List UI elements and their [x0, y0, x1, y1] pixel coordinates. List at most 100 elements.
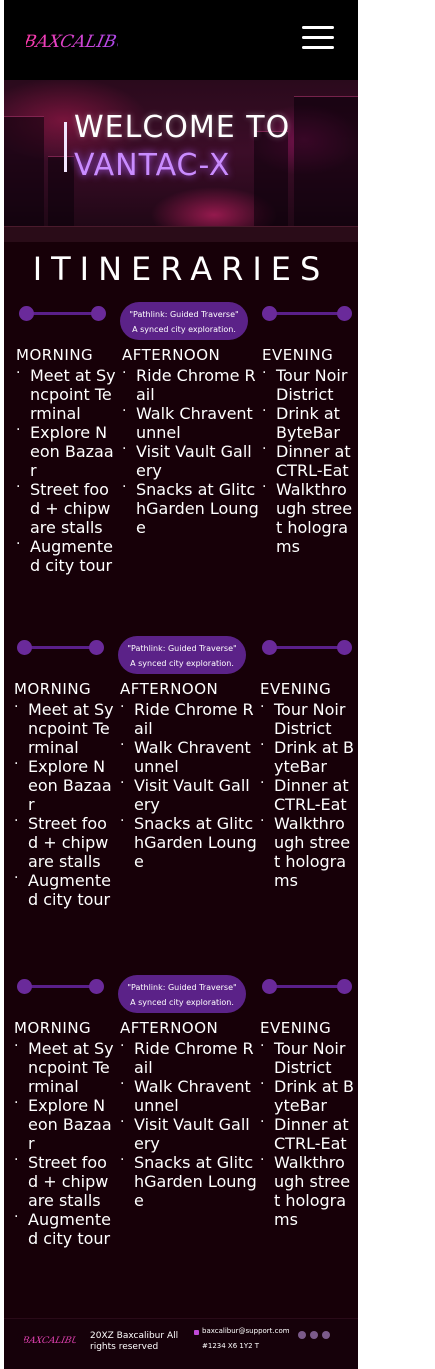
- itinerary-badge[interactable]: "Pathlink: Guided Traverse" A synced cit…: [118, 636, 246, 674]
- evening-heading: EVENING: [260, 680, 332, 698]
- timeline-dot: [89, 979, 104, 994]
- list-item: Meet at Syncpoint Terminal: [14, 1037, 114, 1096]
- timeline-dot: [337, 640, 352, 655]
- afternoon-heading: AFTERNOON: [122, 346, 221, 364]
- morning-heading: MORNING: [16, 346, 94, 364]
- timeline-dot: [89, 640, 104, 655]
- list-item: Walkthrough street holograms: [260, 812, 354, 890]
- hero-accent-bar: [64, 122, 67, 172]
- list-item: Tour Noir District: [262, 364, 354, 404]
- itinerary-badge[interactable]: "Pathlink: Guided Traverse" A synced cit…: [120, 302, 248, 340]
- badge-subtitle: A synced city exploration.: [132, 325, 236, 334]
- hero-title-line2: VANTAC-X: [74, 148, 231, 183]
- afternoon-column: AFTERNOON Ride Chrome Rail Walk Chravent…: [120, 1019, 258, 1210]
- afternoon-column: AFTERNOON Ride Chrome Rail Walk Chravent…: [120, 680, 258, 871]
- hero-banner: WELCOME TO VANTAC-X: [4, 80, 358, 242]
- list-item: Drink at ByteBar: [260, 736, 354, 776]
- itinerary-row: "Pathlink: Guided Traverse" A synced cit…: [4, 302, 358, 632]
- list-item: Visit Vault Gallery: [122, 440, 260, 480]
- afternoon-heading: AFTERNOON: [120, 1019, 219, 1037]
- evening-heading: EVENING: [262, 346, 334, 364]
- instagram-icon[interactable]: [322, 1331, 330, 1339]
- itinerary-row: "Pathlink: Guided Traverse" A synced cit…: [4, 636, 358, 966]
- list-item: Ride Chrome Rail: [120, 1037, 258, 1077]
- x-icon[interactable]: [310, 1331, 318, 1339]
- page: BAXCALIBUR WELCOME TO VANTAC-X ITINERARI…: [4, 0, 358, 1369]
- list-item: Tour Noir District: [260, 1037, 354, 1077]
- list-item: Dinner at CTRL-Eat: [260, 1113, 354, 1153]
- afternoon-column: AFTERNOON Ride Chrome Rail Walk Chravent…: [122, 346, 260, 537]
- brand-logo-art: BAXCALIBUR: [21, 32, 146, 52]
- footer-logo[interactable]: BAXCALIBUR: [20, 1329, 86, 1349]
- list-item: Meet at Syncpoint Terminal: [16, 364, 116, 423]
- list-item: Walkthrough street holograms: [260, 1151, 354, 1229]
- timeline-dot: [17, 640, 32, 655]
- itinerary-row: "Pathlink: Guided Traverse" A synced cit…: [4, 975, 358, 1305]
- badge-title: "Pathlink: Guided Traverse": [127, 983, 237, 992]
- timeline-dot: [19, 306, 34, 321]
- site-footer: BAXCALIBUR 20XZ Baxcalibur All rights re…: [4, 1318, 358, 1369]
- list-item: Snacks at GlitchGarden Lounge: [120, 812, 258, 871]
- footer-logo-text: BAXCALIBUR: [24, 1336, 76, 1346]
- timeline-dot: [262, 979, 277, 994]
- list-item: Walk Chraventunnel: [120, 1075, 258, 1115]
- list-item: Augmented city tour: [16, 535, 116, 575]
- list-item: Walk Chraventunnel: [122, 402, 260, 442]
- phone-text: #1234 X6 1Y2 T: [202, 1342, 260, 1350]
- list-item: Drink at ByteBar: [260, 1075, 354, 1115]
- morning-column: MORNING Meet at Syncpoint Terminal Explo…: [14, 680, 114, 909]
- copyright-text: 20XZ Baxcalibur All rights reserved: [90, 1331, 179, 1352]
- timeline-dot: [337, 979, 352, 994]
- itinerary-badge[interactable]: "Pathlink: Guided Traverse" A synced cit…: [118, 975, 246, 1013]
- hamburger-menu-icon[interactable]: [302, 26, 334, 50]
- list-item: Visit Vault Gallery: [120, 774, 258, 814]
- timeline-dot: [262, 306, 277, 321]
- list-item: Augmented city tour: [14, 869, 114, 909]
- list-item: Walk Chraventunnel: [120, 736, 258, 776]
- list-item: Explore Neon Bazaar: [16, 421, 116, 480]
- badge-title: "Pathlink: Guided Traverse": [127, 644, 237, 653]
- list-item: Drink at ByteBar: [262, 402, 354, 442]
- hero-divider: [4, 226, 358, 242]
- list-item: Street food + chipware stalls: [16, 478, 116, 537]
- afternoon-heading: AFTERNOON: [120, 680, 219, 698]
- list-item: Snacks at GlitchGarden Lounge: [120, 1151, 258, 1210]
- social-links: [298, 1331, 330, 1339]
- morning-heading: MORNING: [14, 680, 92, 698]
- hero-title-line1: WELCOME TO: [74, 110, 291, 145]
- brand-logo-text: BAXCALIBUR: [26, 32, 118, 52]
- list-item: Meet at Syncpoint Terminal: [14, 698, 114, 757]
- list-item: Visit Vault Gallery: [120, 1113, 258, 1153]
- list-item: Dinner at CTRL-Eat: [262, 440, 354, 480]
- evening-column: EVENING Tour Noir District Drink at Byte…: [262, 346, 354, 556]
- list-item: Explore Neon Bazaar: [14, 755, 114, 814]
- contact-block: baxcalibur@support.com #1234 X6 1Y2 T: [194, 1327, 290, 1351]
- facebook-icon[interactable]: [298, 1331, 306, 1339]
- badge-title: "Pathlink: Guided Traverse": [129, 310, 239, 319]
- list-item: Snacks at GlitchGarden Lounge: [122, 478, 260, 537]
- badge-subtitle: A synced city exploration.: [130, 659, 234, 668]
- timeline-dot: [91, 306, 106, 321]
- timeline-dot: [262, 640, 277, 655]
- timeline-track: [268, 312, 344, 315]
- list-item: Street food + chipware stalls: [14, 1151, 114, 1210]
- timeline-dot: [337, 306, 352, 321]
- timeline-track: [268, 646, 344, 649]
- morning-column: MORNING Meet at Syncpoint Terminal Explo…: [16, 346, 116, 575]
- evening-heading: EVENING: [260, 1019, 332, 1037]
- list-item: Walkthrough street holograms: [262, 478, 354, 556]
- timeline-track: [268, 985, 344, 988]
- list-item: Dinner at CTRL-Eat: [260, 774, 354, 814]
- brand-logo[interactable]: BAXCALIBUR: [21, 22, 146, 58]
- badge-subtitle: A synced city exploration.: [130, 998, 234, 1007]
- site-header: BAXCALIBUR: [4, 0, 358, 80]
- list-item: Explore Neon Bazaar: [14, 1094, 114, 1153]
- morning-column: MORNING Meet at Syncpoint Terminal Explo…: [14, 1019, 114, 1248]
- email-link[interactable]: baxcalibur@support.com: [202, 1327, 290, 1336]
- evening-column: EVENING Tour Noir District Drink at Byte…: [260, 1019, 354, 1229]
- timeline-dot: [17, 979, 32, 994]
- evening-column: EVENING Tour Noir District Drink at Byte…: [260, 680, 354, 890]
- list-item: Tour Noir District: [260, 698, 354, 738]
- list-item: Augmented city tour: [14, 1208, 114, 1248]
- list-item: Street food + chipware stalls: [14, 812, 114, 871]
